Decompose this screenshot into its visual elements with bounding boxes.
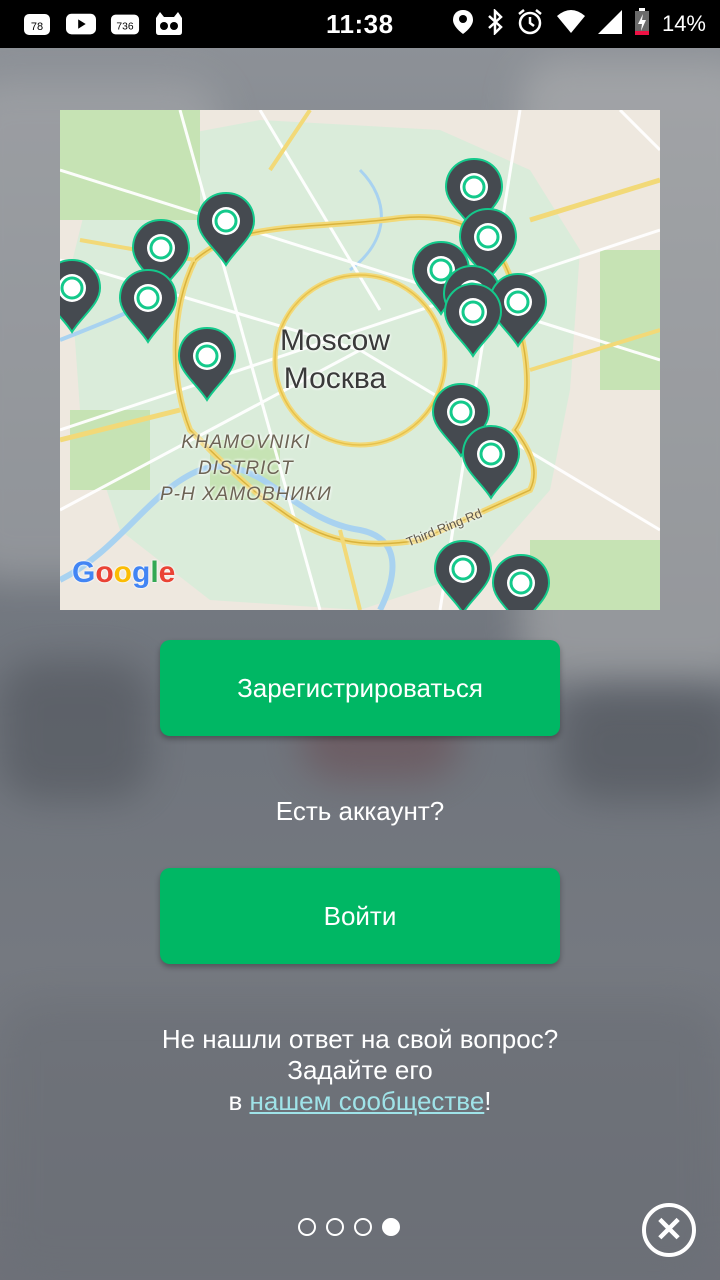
status-bar: 78 736 11:38 14%	[0, 0, 720, 48]
page-dot-active[interactable]	[382, 1218, 400, 1236]
page-indicator	[298, 1218, 400, 1236]
svg-text:736: 736	[116, 22, 133, 33]
clock: 11:38	[326, 9, 394, 39]
have-account-label: Есть аккаунт?	[275, 796, 445, 826]
page-dot[interactable]	[298, 1218, 316, 1236]
city-label: Moscow Москва	[280, 322, 390, 398]
close-button[interactable]: ✕	[642, 1203, 696, 1257]
help-line-1: Не нашли ответ на свой вопрос?	[161, 1024, 559, 1054]
battery-percent: 14%	[661, 11, 706, 36]
district-line-1: KHAMOVNIKI	[181, 432, 311, 453]
help-line-3: в нашем сообществе!	[0, 1086, 720, 1117]
badge-78-icon: 78	[22, 11, 52, 37]
community-link[interactable]: нашем сообществе	[250, 1086, 485, 1116]
help-text: Не нашли ответ на свой вопрос? Задайте е…	[0, 1024, 720, 1117]
map-view[interactable]: Moscow Москва KHAMOVNIKI DISTRICT Р-Н ХА…	[60, 110, 660, 610]
badge-736-icon: 736	[110, 11, 140, 37]
signal-icon	[597, 9, 622, 39]
district-line-2: DISTRICT	[198, 458, 294, 479]
battery-icon	[634, 7, 650, 41]
register-button[interactable]: Зарегистрироваться	[160, 640, 560, 736]
page-dot[interactable]	[354, 1218, 372, 1236]
close-icon: ✕	[654, 1211, 684, 1249]
bluetooth-icon	[486, 7, 504, 40]
youtube-icon	[66, 11, 96, 37]
help-line-2: Задайте его	[287, 1055, 433, 1085]
city-label-ru: Москва	[283, 362, 387, 395]
alarm-icon	[516, 8, 544, 41]
login-button[interactable]: Войти	[160, 868, 560, 964]
location-icon	[452, 9, 474, 40]
help-prefix: в	[228, 1086, 250, 1116]
google-logo[interactable]: Google	[72, 556, 175, 590]
district-label: KHAMOVNIKI DISTRICT Р-Н ХАМОВНИКИ	[160, 430, 332, 508]
wifi-icon	[556, 9, 586, 39]
district-line-3: Р-Н ХАМОВНИКИ	[160, 484, 332, 505]
help-suffix: !	[484, 1086, 492, 1116]
page-dot[interactable]	[326, 1218, 344, 1236]
svg-text:78: 78	[31, 21, 43, 33]
cat-icon	[154, 11, 184, 37]
city-label-en: Moscow	[280, 324, 391, 357]
